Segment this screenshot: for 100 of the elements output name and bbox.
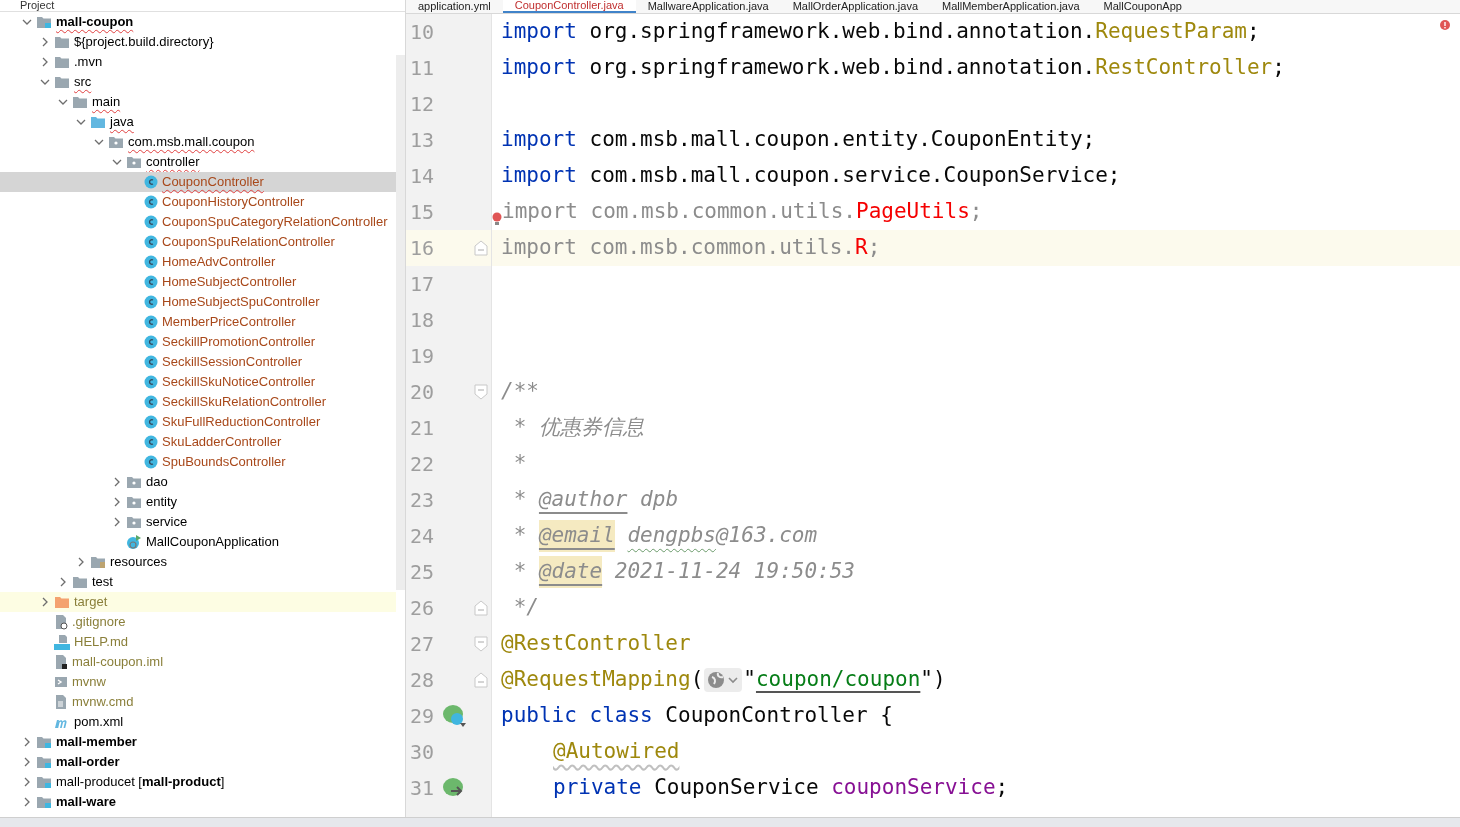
code-token: org.springframework.web.bind.annotation. (588, 18, 1096, 46)
code-editor[interactable] (406, 14, 1460, 817)
tree-item-label: CouponController (162, 173, 264, 192)
error-indicator-icon[interactable] (1440, 20, 1450, 30)
code-token: PageUtils (856, 198, 970, 226)
tree-row[interactable]: MallCouponApplication (0, 532, 396, 552)
globe-inlay-icon[interactable] (704, 668, 743, 692)
code-token: * (512, 558, 528, 586)
code-token: import (501, 162, 577, 190)
tree-row[interactable]: mvnw.cmd (0, 692, 396, 712)
line-number: 26 (409, 595, 436, 622)
tree-row[interactable]: target (0, 592, 396, 612)
tree-row[interactable]: HELP.md (0, 632, 396, 652)
tree-row[interactable]: mvnw (0, 672, 396, 692)
tree-row[interactable]: ${project.build.directory} (0, 32, 396, 52)
tree-row[interactable]: mall-order (0, 752, 396, 772)
tree-row[interactable]: SpuBoundsController (0, 452, 396, 472)
chevron-down-icon[interactable] (58, 97, 68, 107)
tree-row[interactable]: SkuLadderController (0, 432, 396, 452)
tree-row[interactable]: SkuFullReductionController (0, 412, 396, 432)
tree-row[interactable]: test (0, 572, 396, 592)
tree-row[interactable]: resources (0, 552, 396, 572)
line-number: 22 (409, 451, 436, 478)
class-icon (144, 175, 158, 189)
editor-tab[interactable]: MallwareApplication.java (635, 0, 781, 13)
tree-row[interactable]: dao (0, 472, 396, 492)
tree-row[interactable]: mall-member (0, 732, 396, 752)
panel-title[interactable]: Project (20, 0, 55, 11)
chevron-right-icon[interactable] (40, 37, 50, 47)
chevron-right-icon[interactable] (112, 477, 122, 487)
chevron-right-icon[interactable] (76, 557, 86, 567)
tree-row[interactable]: java (0, 112, 396, 132)
tree-item-label: entity (146, 493, 178, 512)
chevron-right-icon[interactable] (112, 517, 122, 527)
tree-row[interactable]: .gitignore (0, 612, 396, 632)
editor-tab[interactable]: MallMemberApplication.java (930, 0, 1092, 13)
tree-row[interactable]: HomeSubjectController (0, 272, 396, 292)
tree-row[interactable]: CouponController (0, 172, 396, 192)
tree-row[interactable]: controller (0, 152, 396, 172)
tree-row[interactable]: main (0, 92, 396, 112)
code-token: ; (1272, 54, 1285, 82)
editor-tab[interactable]: MallOrderApplication.java (780, 0, 931, 13)
tree-row[interactable]: .mvn (0, 52, 396, 72)
class-icon (144, 275, 158, 289)
folder-icon (90, 115, 106, 129)
tree-row[interactable]: SeckillSkuNoticeController (0, 372, 396, 392)
file-icon (54, 614, 68, 630)
editor-tab[interactable]: MallCouponApp (1091, 0, 1194, 13)
tree-row[interactable]: pom.xml (0, 712, 396, 732)
tree-item-label: mall-coupon.iml (72, 653, 164, 672)
chevron-right-icon[interactable] (40, 597, 50, 607)
code-token: @RequestMapping (501, 666, 691, 694)
tree-row[interactable]: com.msb.mall.coupon (0, 132, 396, 152)
tree-item-label: java (110, 113, 134, 132)
tree-row[interactable]: CouponSpuRelationController (0, 232, 396, 252)
tree-row[interactable]: mall-coupon.iml (0, 652, 396, 672)
chevron-down-icon[interactable] (22, 17, 32, 27)
editor-tab[interactable]: application.yml (406, 0, 503, 13)
chevron-down-icon[interactable] (76, 117, 86, 127)
tree-row[interactable]: HomeSubjectSpuController (0, 292, 396, 312)
tree-item-label: HomeAdvController (162, 253, 276, 272)
chevron-right-icon[interactable] (22, 737, 32, 747)
chevron-right-icon[interactable] (40, 57, 50, 67)
code-token: import (501, 126, 577, 154)
tree-row[interactable]: mall-ware (0, 792, 396, 812)
chevron-right-icon[interactable] (22, 757, 32, 767)
tree-row[interactable]: entity (0, 492, 396, 512)
chevron-right-icon[interactable] (112, 497, 122, 507)
chevron-right-icon[interactable] (22, 797, 32, 807)
module-folder-icon (36, 15, 52, 29)
tree-row[interactable]: service (0, 512, 396, 532)
chevron-down-icon[interactable] (40, 77, 50, 87)
line-number: 10 (409, 19, 436, 46)
package-icon (126, 495, 142, 509)
error-bulb-icon[interactable] (492, 212, 502, 226)
line-number: 18 (409, 307, 436, 334)
tree-row[interactable]: HomeAdvController (0, 252, 396, 272)
tree-row[interactable]: CouponSpuCategoryRelationController (0, 212, 396, 232)
tree-item-label: MemberPriceController (162, 313, 296, 332)
chevron-right-icon[interactable] (22, 777, 32, 787)
editor-tab[interactable]: CouponController.java (502, 0, 636, 13)
code-token: RequestParam (1095, 18, 1247, 46)
tree-item-label: mall-member (56, 733, 137, 752)
tree-row[interactable]: MemberPriceController (0, 312, 396, 332)
tree-row[interactable]: src (0, 72, 396, 92)
tree-row[interactable]: CouponHistoryController (0, 192, 396, 212)
tree-row[interactable]: SeckillPromotionController (0, 332, 396, 352)
line-number: 31 (409, 775, 436, 802)
chevron-down-icon[interactable] (94, 137, 104, 147)
tree-row[interactable]: mall-coupon (0, 12, 396, 32)
code-token: com.msb.mall.coupon.service.CouponService; (588, 162, 1121, 190)
code-token: 2021-11-24 19:50:53 (613, 558, 856, 586)
line-number: 11 (409, 55, 436, 82)
tree-row[interactable]: mall-producet [mall-product] (0, 772, 396, 792)
chevron-down-icon[interactable] (112, 157, 122, 167)
folder-icon (54, 595, 70, 609)
scrollbar-thumb[interactable] (396, 55, 405, 590)
chevron-right-icon[interactable] (58, 577, 68, 587)
tree-row[interactable]: SeckillSkuRelationController (0, 392, 396, 412)
tree-row[interactable]: SeckillSessionController (0, 352, 396, 372)
